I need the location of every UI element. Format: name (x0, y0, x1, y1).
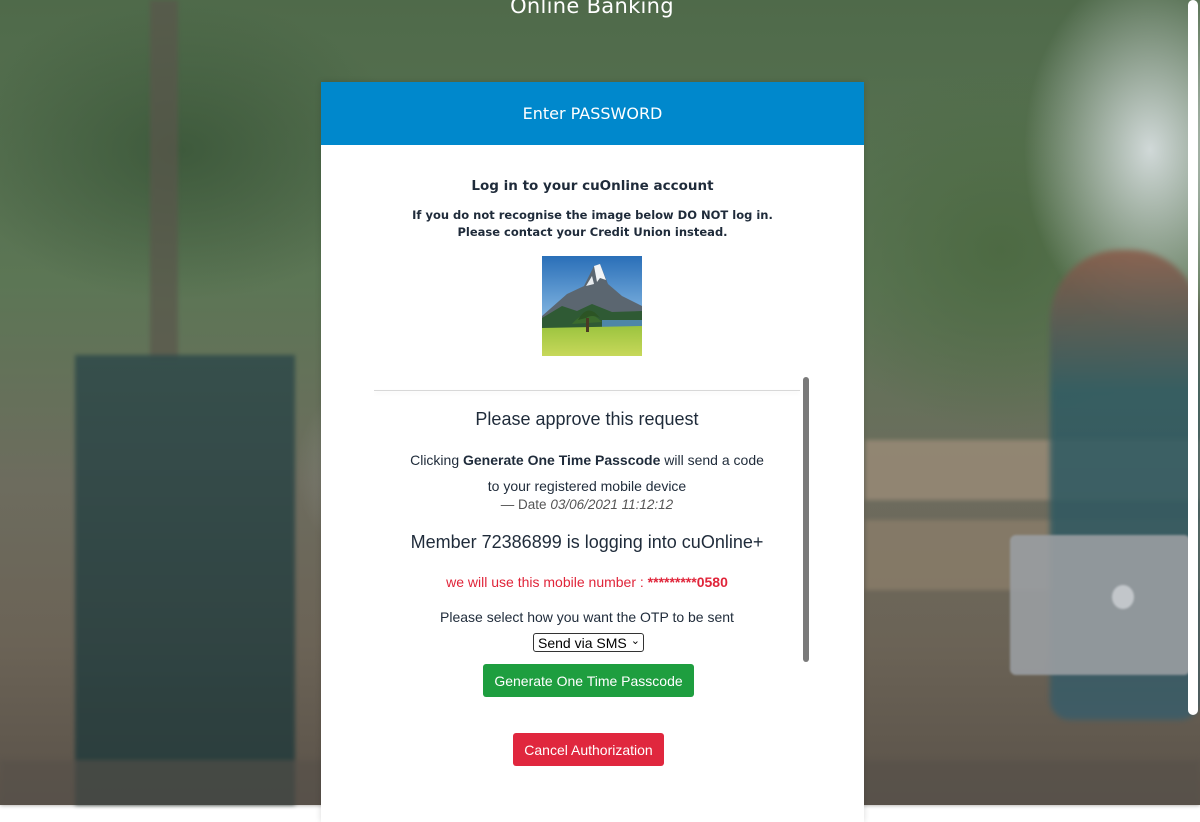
panel-scrollbar[interactable] (803, 377, 809, 662)
warning-strong: DO NOT (677, 208, 729, 222)
background-laptop (1010, 535, 1190, 675)
background-pole (150, 0, 178, 360)
chevron-down-icon: ⌄ (630, 635, 640, 647)
warning-prefix: If you do not recognise the image below (412, 208, 678, 222)
request-date: — Date 03/06/2021 11:12:12 (374, 497, 800, 512)
otp-method-label: Please select how you want the OTP to be… (440, 609, 734, 625)
generate-otp-button[interactable]: Generate One Time Passcode (483, 664, 694, 697)
mobile-number-line: we will use this mobile number : *******… (374, 574, 800, 590)
info-action: Generate One Time Passcode (463, 452, 661, 468)
background-post (75, 355, 295, 805)
otp-info-line-1: Clicking Generate One Time Passcode will… (374, 452, 800, 468)
panel-divider (374, 390, 800, 391)
login-heading: Log in to your cuOnline account (471, 178, 714, 194)
card-header: Enter PASSWORD (321, 82, 864, 145)
site-title: Online Banking (510, 0, 674, 18)
security-warning: If you do not recognise the image below … (393, 207, 793, 241)
otp-method-select[interactable]: Send via SMS ⌄ (533, 633, 644, 652)
info-suffix: will send a code (660, 452, 764, 468)
laptop-logo-icon (1112, 585, 1134, 609)
otp-info-line-2: to your registered mobile device (487, 478, 687, 494)
member-line: Member 72386899 is logging into cuOnline… (410, 532, 764, 552)
info-prefix: Clicking (410, 452, 463, 468)
page-scrollbar[interactable] (1188, 0, 1198, 715)
approval-title: Please approve this request (475, 409, 699, 429)
cancel-authorization-button[interactable]: Cancel Authorization (513, 733, 664, 766)
mountain-landscape-image (542, 256, 642, 356)
login-card: Enter PASSWORD Log in to your cuOnline a… (321, 82, 864, 822)
date-prefix: — Date (500, 497, 551, 512)
otp-method-selected: Send via SMS (538, 634, 627, 651)
card-header-title: Enter PASSWORD (522, 104, 663, 123)
mobile-prefix: we will use this mobile number : (446, 574, 648, 590)
date-value: 03/06/2021 11:12:12 (550, 497, 674, 512)
approval-panel: Please approve this request Clicking Gen… (374, 377, 810, 662)
mobile-value: *********0580 (647, 574, 728, 590)
security-image (542, 256, 642, 356)
